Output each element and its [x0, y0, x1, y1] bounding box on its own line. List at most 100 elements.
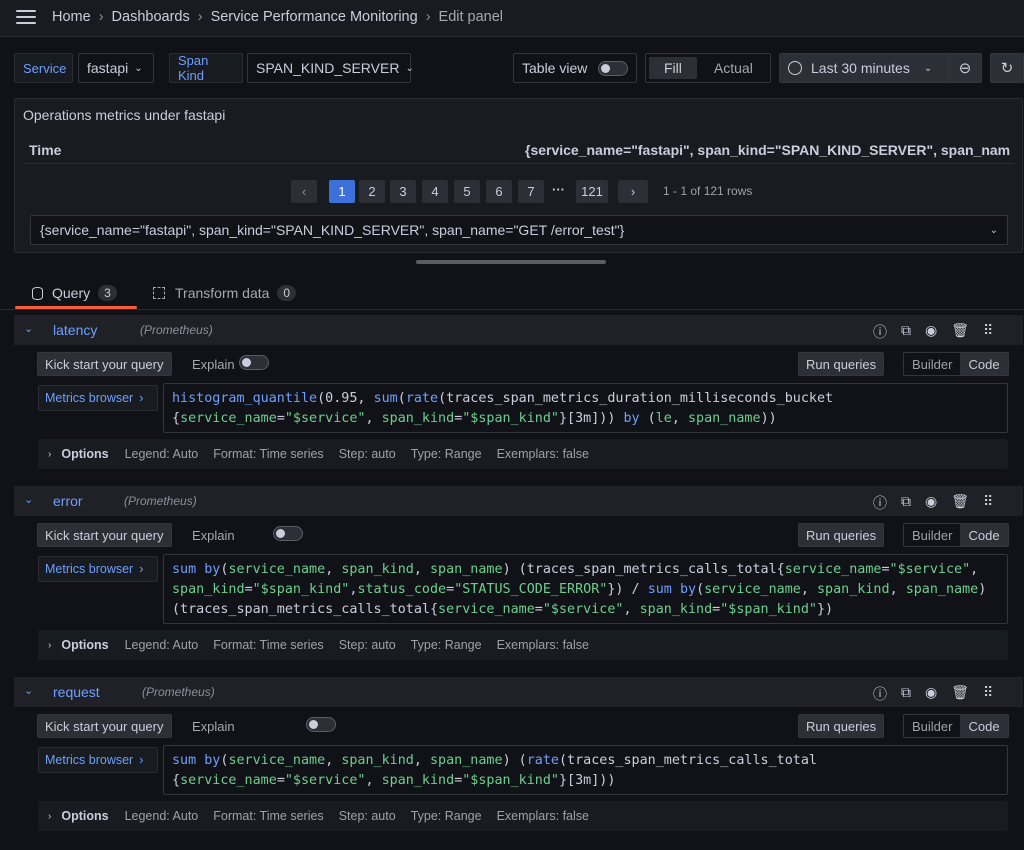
builder-mode-button[interactable]: Builder: [904, 353, 960, 375]
metrics-browser-button[interactable]: Metrics browser ›: [38, 556, 158, 582]
query-name[interactable]: request: [53, 684, 100, 700]
tab-query-count: 3: [98, 285, 117, 301]
fill-option[interactable]: Fill: [649, 57, 697, 79]
run-queries-button[interactable]: Run queries: [798, 714, 885, 738]
time-range-picker[interactable]: Last 30 minutes ⌄: [779, 53, 949, 83]
service-variable-select[interactable]: fastapi ⌄: [78, 53, 154, 83]
options-exemplars: Exemplars: false: [496, 809, 589, 823]
eye-icon[interactable]: ◉: [925, 684, 937, 704]
tab-transform[interactable]: Transform data 0: [153, 285, 297, 301]
breadcrumb-home[interactable]: Home: [52, 9, 91, 25]
query-options-error[interactable]: › Options Legend: Auto Format: Time seri…: [38, 630, 1008, 660]
collapse-chevron-icon[interactable]: ⌄: [24, 684, 33, 697]
options-format: Format: Time series: [213, 447, 324, 461]
tab-transform-count: 0: [277, 285, 297, 301]
drag-handle-icon[interactable]: ⠿: [983, 322, 993, 342]
query-name[interactable]: error: [53, 493, 83, 509]
kick-start-button[interactable]: Kick start your query: [37, 714, 172, 738]
page-next-button[interactable]: ›: [618, 180, 648, 203]
collapse-chevron-icon[interactable]: ⌄: [24, 322, 33, 335]
page-button[interactable]: 121: [576, 180, 608, 203]
page-button[interactable]: 7: [518, 180, 544, 203]
drag-handle-icon[interactable]: ⠿: [983, 684, 993, 704]
query-options-latency[interactable]: › Options Legend: Auto Format: Time seri…: [38, 439, 1008, 469]
toggle-switch[interactable]: [598, 60, 628, 76]
service-variable-label: Service: [14, 53, 73, 83]
tab-query[interactable]: Query 3: [32, 285, 117, 301]
tab-transform-label: Transform data: [175, 285, 270, 301]
builder-mode-button[interactable]: Builder: [904, 524, 960, 546]
time-range-label: Last 30 minutes: [811, 60, 910, 76]
metrics-browser-button[interactable]: Metrics browser ›: [38, 747, 158, 773]
resize-handle[interactable]: [416, 260, 606, 264]
column-header-series[interactable]: {service_name="fastapi", span_kind="SPAN…: [525, 142, 1010, 158]
chevron-down-icon: ⌄: [405, 62, 414, 74]
trash-icon[interactable]: 🗑: [951, 684, 969, 704]
refresh-button[interactable]: ↻: [990, 53, 1024, 83]
column-header-time[interactable]: Time: [29, 142, 61, 158]
eye-icon[interactable]: ◉: [925, 493, 937, 513]
options-legend: Legend: Auto: [124, 809, 199, 823]
query-editor-latency[interactable]: histogram_quantile(0.95, sum(rate(traces…: [163, 383, 1008, 433]
refresh-icon: ↻: [1000, 60, 1014, 77]
duplicate-icon[interactable]: ⧉: [901, 684, 911, 704]
explain-toggle[interactable]: [306, 717, 337, 732]
spankind-variable-select[interactable]: SPAN_KIND_SERVER ⌄: [247, 53, 414, 83]
help-icon[interactable]: ⓘ: [873, 684, 887, 704]
clock-icon: [788, 61, 802, 75]
page-button[interactable]: 3: [390, 180, 416, 203]
chevron-down-icon: ⌄: [134, 62, 143, 74]
query-editor-request[interactable]: sum by(service_name, span_kind, span_nam…: [163, 745, 1008, 795]
code-mode-button[interactable]: Code: [960, 524, 1008, 546]
kick-start-button[interactable]: Kick start your query: [37, 352, 172, 376]
options-format: Format: Time series: [213, 809, 324, 823]
explain-toggle[interactable]: [272, 526, 303, 541]
query-editor-error[interactable]: sum by(service_name, span_kind, span_nam…: [163, 554, 1008, 624]
actual-option[interactable]: Actual: [697, 60, 770, 76]
run-queries-button[interactable]: Run queries: [798, 523, 885, 547]
query-actions: ⓘ ⧉ ◉ 🗑 ⠿: [873, 322, 993, 342]
menu-icon[interactable]: [16, 10, 36, 26]
chevron-down-icon: ⌄: [989, 224, 998, 236]
series-select[interactable]: {service_name="fastapi", span_kind="SPAN…: [30, 215, 1008, 245]
explain-toggle[interactable]: [239, 355, 269, 370]
code-mode-button[interactable]: Code: [960, 715, 1008, 737]
query-name[interactable]: latency: [53, 322, 97, 338]
page-button[interactable]: 6: [486, 180, 512, 203]
code-mode-button[interactable]: Code: [960, 353, 1008, 375]
table-view-toggle[interactable]: Table view: [513, 53, 637, 83]
chevron-right-icon: ›: [139, 391, 144, 405]
breadcrumb-dashboard[interactable]: Service Performance Monitoring: [211, 9, 418, 25]
query-options-request[interactable]: › Options Legend: Auto Format: Time seri…: [38, 801, 1008, 831]
top-bar: Home › Dashboards › Service Performance Mo…: [0, 0, 1024, 37]
duplicate-icon[interactable]: ⧉: [901, 322, 911, 342]
run-queries-button[interactable]: Run queries: [798, 352, 885, 376]
database-icon: [32, 286, 43, 300]
collapse-chevron-icon[interactable]: ⌄: [24, 493, 33, 506]
page-button[interactable]: 2: [359, 180, 385, 203]
drag-handle-icon[interactable]: ⠿: [983, 493, 993, 513]
chevron-right-icon: ›: [48, 639, 52, 651]
options-legend: Legend: Auto: [124, 447, 199, 461]
metrics-browser-button[interactable]: Metrics browser ›: [38, 385, 158, 411]
zoom-out-button[interactable]: ⊖: [948, 53, 982, 83]
breadcrumb-dashboards[interactable]: Dashboards: [112, 9, 190, 25]
builder-mode-button[interactable]: Builder: [904, 715, 960, 737]
trash-icon[interactable]: 🗑: [951, 322, 969, 342]
kick-start-button[interactable]: Kick start your query: [37, 523, 172, 547]
page-ellipsis: ···: [552, 182, 565, 197]
options-type: Type: Range: [410, 447, 482, 461]
help-icon[interactable]: ⓘ: [873, 322, 887, 342]
page-button[interactable]: 1: [329, 180, 355, 203]
page-prev-button[interactable]: ‹: [291, 180, 317, 203]
help-icon[interactable]: ⓘ: [873, 493, 887, 513]
options-format: Format: Time series: [213, 638, 324, 652]
page-button[interactable]: 4: [422, 180, 448, 203]
options-label: Options: [61, 809, 109, 823]
eye-icon[interactable]: ◉: [925, 322, 937, 342]
trash-icon[interactable]: 🗑: [951, 493, 969, 513]
duplicate-icon[interactable]: ⧉: [901, 493, 911, 513]
zoom-out-icon: ⊖: [958, 60, 972, 77]
page-button[interactable]: 5: [454, 180, 480, 203]
breadcrumb-current: Edit panel: [438, 9, 504, 25]
